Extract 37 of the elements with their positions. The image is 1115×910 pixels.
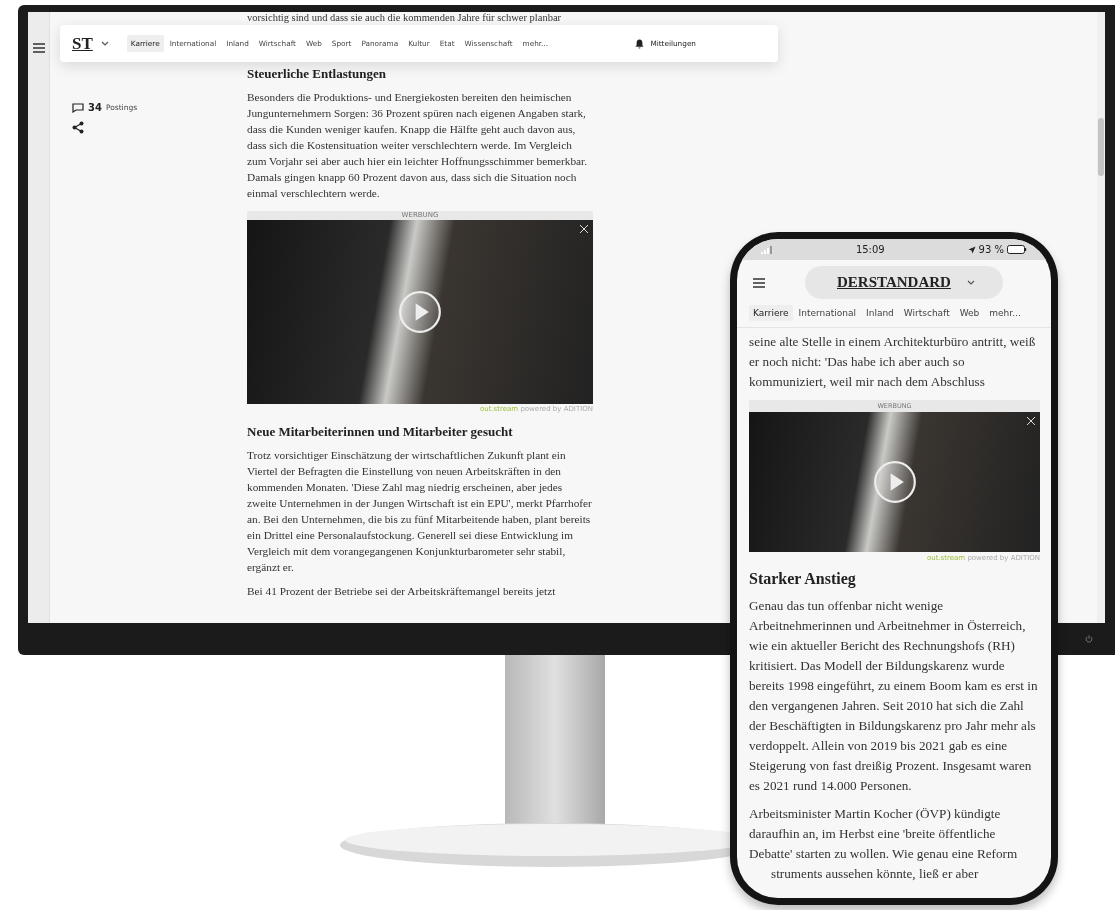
battery-percent: 93 % — [978, 244, 1004, 255]
nav-tab[interactable]: Wirtschaft — [899, 305, 954, 321]
menu-icon[interactable] — [32, 43, 45, 53]
article-text: vorsichtig sind und dass sie auch die kommenden Jahre für schwer planbar — [247, 12, 563, 24]
nav-tab[interactable]: Web — [955, 305, 984, 321]
section-heading: Starker Anstieg — [749, 570, 857, 588]
power-icon[interactable] — [1085, 635, 1093, 643]
site-logo[interactable]: ST — [72, 33, 93, 54]
logo-selector[interactable]: DERSTANDARD — [805, 266, 1003, 299]
postings-count[interactable]: 34 — [88, 102, 102, 113]
close-icon[interactable] — [579, 224, 589, 234]
article-paragraph: Genau das tun offenbar nicht wenige Arbeitnehmerinnen und Arbeitnehmer in Österreich, wie ein aktueller Bericht des Rechnungshofs (RH) kritisiert. Das Modell der Bildungskarenz wurde bereits 1998 eingeführt, zu einem Boom kam es erst in den vergangenen Jahren. Seit 2010 hat sich die Zahl der Beschäftigten in Bildungskarenz pro Jahr mehr als verdoppelt. Allein von 2019 bis 2021 gab es eine Steigerung von fast dreißig Prozent. Insgesamt waren es 2021 rund 14.000 Personen. — [749, 597, 1039, 795]
article-text: struments aussehen könnte, ließ er aber — [770, 865, 980, 883]
section-heading: Steuerliche Entlastungen — [247, 66, 388, 82]
play-icon[interactable] — [872, 460, 917, 504]
share-icon[interactable] — [72, 121, 84, 134]
nav-tab[interactable]: International — [794, 305, 861, 321]
article-paragraph: Trotz vorsichtiger Einschätzung der wirtschaftlichen Zukunft plant ein Viertel der Befragten die Einstellung von neuen Arbeitskräften in den kommenden Monaten. 'Diese Zahl mag niedrig erscheinen, aber jedes zweite Unternehmen in der Jungen Wirtschaft ist ein EPU', merkt Pfarrhofer an. Bei den Unternehmen, die bis zu fünf Mitarbeitende haben, plant bereits ein Drittel eine Personalaufstockung. Generell sei diese Entwicklung im Vergleich mit dem vorangegangenen Konjunkturbarometer sehr stabil, ergänzt er. — [247, 448, 593, 575]
chevron-icon[interactable] — [100, 41, 109, 46]
location-icon — [967, 245, 976, 254]
article-paragraph: Bei 41 Prozent der Betriebe sei der Arbeitskräftemangel bereits jetzt — [247, 584, 557, 599]
battery-icon — [1007, 245, 1027, 254]
comment-icon[interactable] — [72, 102, 84, 113]
status-time: 15:09 — [855, 244, 885, 255]
chevron-icon[interactable] — [966, 280, 975, 285]
bell-icon[interactable] — [635, 38, 645, 49]
play-icon[interactable] — [398, 290, 442, 334]
nav-tab[interactable]: Karriere — [749, 305, 793, 321]
article-paragraph: seine alte Stelle in einem Architekturbüro antritt, weiß er noch nicht: 'Das habe ich aber auch so kommuniziert, weil mir nach dem Abschluss — [749, 333, 1037, 391]
section-heading: Neue Mitarbeiterinnen und Mitarbeiter gesucht — [247, 424, 514, 440]
article-paragraph: Besonders die Produktions- und Energiekosten bereiten den heimischen Jungunternehmern Sorgen: 36 Prozent spüren nach eigenen Angaben stark, dass die Kunden weniger kaufen. Knapp die Hälfte geht auch davon aus, dass sich die Kostensituation weiter verschlechtern werde. Im Vergleich zum Vorjahr sei aber auch hier ein leichter Hoffnungsschimmer bemerkbar. Damals gingen knapp 60 Prozent davon aus, dass sich die Situation noch einmal verschlechtern werde. — [247, 90, 589, 201]
menu-icon[interactable] — [753, 277, 765, 288]
close-icon[interactable] — [1026, 416, 1036, 426]
nav-tab[interactable]: Inland — [862, 305, 898, 321]
signal-icon — [761, 245, 773, 254]
nav-tab[interactable]: mehr... — [985, 305, 1025, 321]
scrollbar-thumb[interactable] — [1098, 118, 1104, 176]
